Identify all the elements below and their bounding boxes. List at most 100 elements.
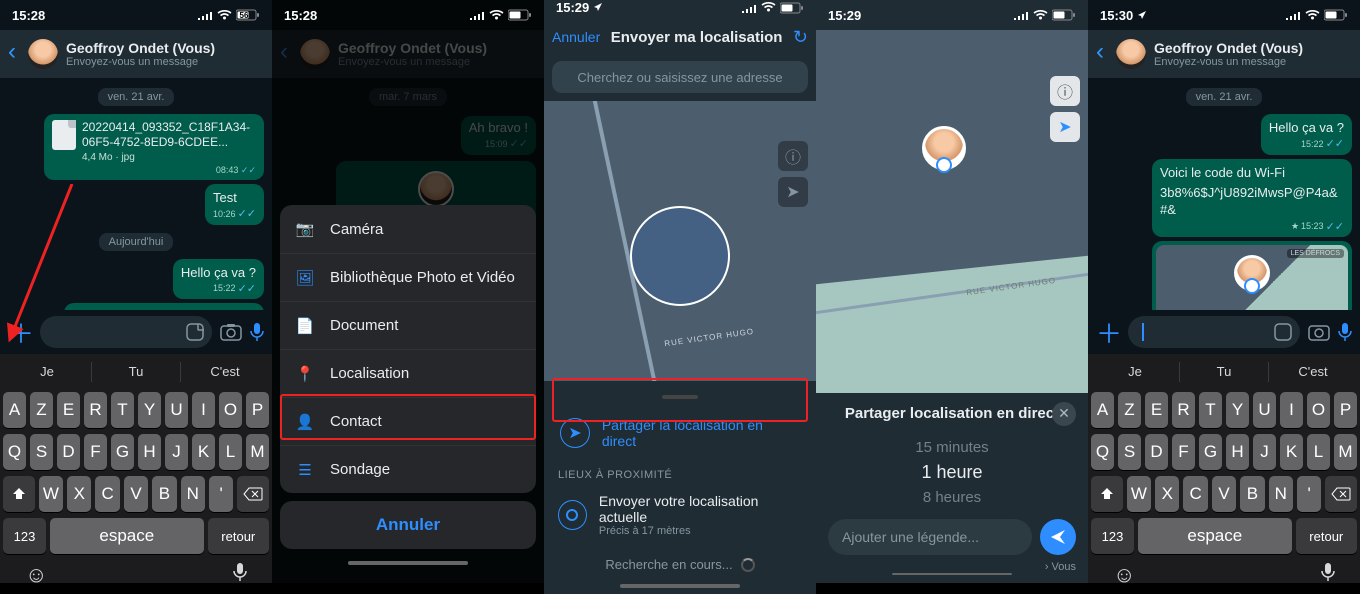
delete-key[interactable] [237, 476, 269, 512]
attach-action-sheet: 📷Caméra 🖼Bibliothèque Photo et Vidéo 📄Do… [280, 205, 536, 565]
close-button[interactable]: ✕ [1052, 402, 1076, 426]
duration-option[interactable]: 15 minutes [828, 436, 1076, 459]
sheet-title: Partager localisation en direct [845, 405, 1059, 422]
sheet-poll[interactable]: ☰Sondage [280, 445, 536, 493]
sticker-icon[interactable] [186, 323, 204, 341]
key[interactable]: N [181, 476, 205, 512]
emoji-key[interactable]: ☺ [25, 562, 47, 588]
dictation-key[interactable] [1321, 562, 1335, 588]
dictation-key[interactable] [233, 562, 247, 588]
keyboard-suggestions[interactable]: Je Tu C'est [3, 358, 269, 386]
avatar[interactable] [28, 39, 58, 69]
keyboard[interactable]: Je Tu C'est AZERTYUIOP QSDFGHJKLM WXCVBN… [0, 354, 272, 583]
key[interactable]: T [111, 392, 134, 428]
space-key[interactable]: espace [50, 518, 204, 554]
key[interactable]: I [192, 392, 215, 428]
send-current-location[interactable]: Envoyer votre localisation actuellePréci… [544, 485, 816, 545]
chat-header[interactable]: ‹ Geoffroy Ondet (Vous) Envoyez-vous un … [0, 30, 272, 78]
share-live-location[interactable]: ➤ Partager la localisation en direct [556, 407, 804, 459]
key[interactable]: U [165, 392, 188, 428]
message-wifi[interactable]: Voici le code du Wi-Fi 3b8%6$J^jU892iMws… [64, 303, 264, 310]
duration-picker[interactable]: 15 minutes 1 heure 8 heures [828, 436, 1076, 509]
key[interactable]: C [95, 476, 119, 512]
suggestion[interactable]: Tu [92, 358, 180, 386]
numbers-key[interactable]: 123 [3, 518, 46, 554]
status-icons [469, 9, 532, 21]
key[interactable]: H [138, 434, 161, 470]
duration-option-selected[interactable]: 1 heure [828, 459, 1076, 486]
map-recenter-button[interactable]: ➤ [778, 177, 808, 207]
mic-icon[interactable] [1338, 322, 1352, 342]
emoji-key[interactable]: ☺ [1113, 562, 1135, 588]
message-wifi[interactable]: Voici le code du Wi-Fi3b8%6$J^jU892iMwsP… [1152, 159, 1352, 237]
file-icon [52, 120, 76, 150]
key[interactable]: O [219, 392, 242, 428]
key[interactable]: S [30, 434, 53, 470]
caption-input[interactable]: Ajouter une légende... [828, 519, 1032, 555]
mic-icon[interactable] [250, 322, 264, 342]
message-input[interactable] [40, 316, 212, 348]
map-info-button[interactable]: ⓘ [778, 141, 808, 171]
status-bar: 15:28 56 [0, 0, 272, 30]
key[interactable]: E [57, 392, 80, 428]
key[interactable]: X [67, 476, 91, 512]
key[interactable]: F [84, 434, 107, 470]
suggestion[interactable]: Je [3, 358, 91, 386]
keyboard[interactable]: JeTuC'est AZERTYUIOP QSDFGHJKLM WXCVBN' … [1088, 354, 1360, 583]
avatar[interactable] [1116, 39, 1146, 69]
date-pill: ven. 21 avr. [1186, 88, 1263, 106]
suggestion[interactable]: C'est [181, 358, 269, 386]
key[interactable]: Z [30, 392, 53, 428]
camera-icon[interactable] [220, 323, 242, 341]
file-message[interactable]: 20220414_093352_C18F1A34-06F5-4752-8ED9-… [44, 114, 264, 180]
duration-option[interactable]: 8 heures [828, 486, 1076, 509]
camera-icon[interactable] [1308, 323, 1330, 341]
sticker-icon[interactable] [1274, 323, 1292, 341]
map-dark[interactable]: RUE VICTOR HUGO ⓘ ➤ [544, 101, 816, 381]
message-input[interactable] [1128, 316, 1300, 348]
back-icon[interactable]: ‹ [1096, 40, 1108, 68]
status-bar: 15:28 [272, 0, 544, 30]
sheet-document[interactable]: 📄Document [280, 301, 536, 349]
key[interactable]: L [219, 434, 242, 470]
live-location-message[interactable]: LES DÉFROCS ➤En direct jusqu'à 16:29 15:… [1152, 241, 1352, 310]
chat-area: ven. 21 avr. Hello ça va ?15:22✓✓ Voici … [1088, 78, 1360, 310]
return-key[interactable]: retour [208, 518, 269, 554]
message-hello[interactable]: Hello ça va ? 15:22✓✓ [173, 259, 264, 300]
key[interactable]: ' [209, 476, 233, 512]
key[interactable]: Q [3, 434, 26, 470]
key[interactable]: M [246, 434, 269, 470]
key[interactable]: D [57, 434, 80, 470]
key[interactable]: Y [138, 392, 161, 428]
key[interactable]: A [3, 392, 26, 428]
key[interactable]: K [192, 434, 215, 470]
key[interactable]: R [84, 392, 107, 428]
message-hello[interactable]: Hello ça va ?15:22✓✓ [1261, 114, 1352, 155]
screenshot-5-live-shared: 15:30 ‹ Geoffroy Ondet (Vous)Envoyez-vou… [1088, 0, 1360, 583]
send-button[interactable] [1040, 519, 1076, 555]
chat-header[interactable]: ‹ Geoffroy Ondet (Vous)Envoyez-vous un m… [1088, 30, 1360, 78]
key[interactable]: G [111, 434, 134, 470]
attach-button[interactable]: ＋ [8, 314, 32, 351]
sheet-camera[interactable]: 📷Caméra [280, 205, 536, 253]
sheet-cancel[interactable]: Annuler [280, 501, 536, 549]
key[interactable]: W [39, 476, 63, 512]
address-search[interactable]: Cherchez ou saisissez une adresse [552, 61, 808, 93]
status-icons [1285, 9, 1348, 21]
sheet-location[interactable]: 📍Localisation [280, 349, 536, 397]
reload-button[interactable]: ↻ [793, 27, 808, 48]
cancel-button[interactable]: Annuler [552, 29, 600, 45]
message-test[interactable]: Test 10:26✓✓ [205, 184, 264, 225]
sheet-contact[interactable]: 👤Contact [280, 397, 536, 445]
back-icon[interactable]: ‹ [8, 40, 20, 68]
key[interactable]: V [124, 476, 148, 512]
map-info-button[interactable]: ⓘ [1050, 76, 1080, 106]
key[interactable]: J [165, 434, 188, 470]
map-light[interactable]: RUE VICTOR HUGO ⓘ ➤ [816, 30, 1088, 393]
key[interactable]: B [152, 476, 176, 512]
sheet-photo-library[interactable]: 🖼Bibliothèque Photo et Vidéo [280, 253, 536, 301]
attach-button[interactable]: ＋ [1096, 314, 1120, 351]
key[interactable]: P [246, 392, 269, 428]
shift-key[interactable] [3, 476, 35, 512]
map-recenter-button[interactable]: ➤ [1050, 112, 1080, 142]
